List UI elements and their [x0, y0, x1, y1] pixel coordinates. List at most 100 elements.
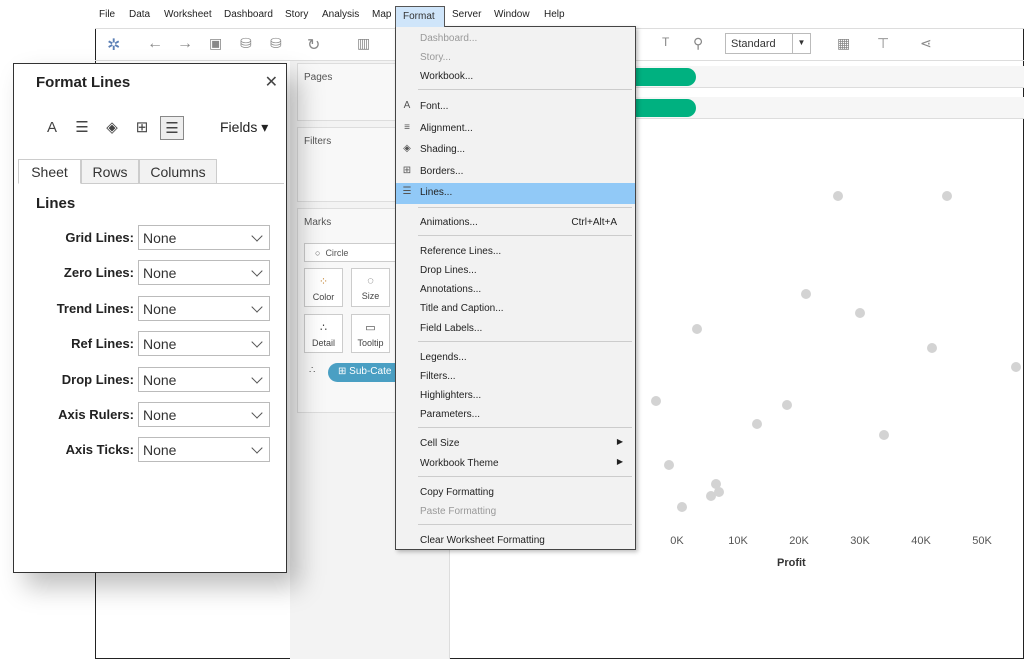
tableau-logo-icon[interactable]: ✲: [107, 35, 120, 55]
tab-rows[interactable]: Rows: [81, 159, 139, 184]
menu-item-highlighters[interactable]: Highlighters...: [396, 386, 635, 406]
borders-icon: ⊞: [402, 165, 412, 176]
data-point[interactable]: [692, 323, 703, 334]
menu-item-legends[interactable]: Legends...: [396, 348, 635, 368]
menu-help[interactable]: Help: [544, 9, 565, 20]
data-point[interactable]: [942, 190, 953, 201]
color-label: Color: [312, 292, 335, 302]
chevron-down-icon: [251, 301, 263, 313]
data-point[interactable]: [833, 190, 844, 201]
tab-columns[interactable]: Columns: [139, 159, 217, 184]
new-datasource-icon[interactable]: ⛁: [240, 35, 252, 52]
data-point[interactable]: [926, 342, 937, 353]
menu-map[interactable]: Map: [372, 9, 391, 20]
menu-item-label: Clear Worksheet Formatting: [420, 535, 545, 546]
menu-item-field-labels[interactable]: Field Labels...: [396, 319, 635, 339]
menu-item-filters[interactable]: Filters...: [396, 367, 635, 387]
menu-item-parameters[interactable]: Parameters...: [396, 405, 635, 425]
shading-icon[interactable]: ◈: [100, 116, 124, 140]
data-point[interactable]: [751, 418, 762, 429]
forward-icon[interactable]: →: [177, 35, 193, 53]
show-me-icon[interactable]: ▦: [837, 35, 850, 52]
alignment-icon[interactable]: ☰: [70, 116, 94, 140]
menu-item-paste-formatting: Paste Formatting: [396, 502, 635, 522]
columns-pill[interactable]: [636, 68, 696, 86]
menu-item-workbook[interactable]: Workbook...: [396, 67, 635, 87]
drop-lines-select[interactable]: None: [138, 366, 270, 392]
menu-story[interactable]: Story: [285, 9, 308, 20]
lines-icon[interactable]: ☰: [160, 116, 184, 140]
select-value: None: [143, 442, 177, 459]
menu-worksheet[interactable]: Worksheet: [164, 9, 212, 20]
menu-item-drop-lines[interactable]: Drop Lines...: [396, 261, 635, 281]
data-point[interactable]: [651, 395, 662, 406]
data-point[interactable]: [1011, 361, 1022, 372]
trend-lines-select[interactable]: None: [138, 295, 270, 321]
borders-icon[interactable]: ⊞: [130, 116, 154, 140]
menu-item-borders[interactable]: ⊞ Borders...: [396, 162, 635, 182]
close-icon[interactable]: ✕: [265, 72, 278, 92]
pages-title: Pages: [304, 72, 333, 83]
zero-lines-select[interactable]: None: [138, 260, 270, 286]
label-icon[interactable]: T: [662, 35, 669, 49]
menu-item-font[interactable]: A Font...: [396, 97, 635, 117]
menu-item-annotations[interactable]: Annotations...: [396, 280, 635, 300]
size-button[interactable]: ◌ Size: [351, 268, 390, 307]
data-point[interactable]: [878, 430, 889, 440]
menu-data[interactable]: Data: [129, 9, 150, 20]
shortcut: Ctrl+Alt+A: [571, 217, 617, 228]
back-icon[interactable]: ←: [147, 35, 163, 53]
new-sheet-icon[interactable]: ▥: [357, 35, 370, 52]
menu-item-copy-formatting[interactable]: Copy Formatting: [396, 483, 635, 503]
axis-ticks-select[interactable]: None: [138, 437, 270, 463]
menu-dashboard[interactable]: Dashboard: [224, 9, 273, 20]
select-value: None: [143, 230, 177, 246]
data-point[interactable]: [676, 502, 687, 513]
pause-datasource-icon[interactable]: ⛁: [270, 35, 282, 52]
menu-window[interactable]: Window: [494, 9, 530, 20]
menu-server[interactable]: Server: [452, 9, 481, 20]
menu-separator: [418, 476, 632, 477]
refresh-icon[interactable]: ↻: [307, 35, 320, 55]
size-label: Size: [361, 291, 380, 301]
menu-item-title-and-caption[interactable]: Title and Caption...: [396, 299, 635, 319]
fit-select[interactable]: Standard ▼: [725, 33, 811, 54]
menu-item-animations[interactable]: Animations... Ctrl+Alt+A: [396, 213, 635, 233]
menu-separator: [418, 524, 632, 525]
menu-item-clear-worksheet-formatting[interactable]: Clear Worksheet Formatting: [396, 531, 635, 551]
menu-item-alignment[interactable]: ≡ Alignment...: [396, 119, 635, 139]
menu-item-label: Highlighters...: [420, 390, 482, 401]
menu-format[interactable]: Format: [395, 6, 445, 27]
menu-item-label: Reference Lines...: [420, 246, 502, 257]
select-value: None: [143, 300, 177, 317]
share-icon[interactable]: ⋖: [920, 35, 932, 52]
fields-label: Fields: [220, 119, 258, 135]
pin-icon[interactable]: ⚲: [693, 35, 703, 52]
menu-item-workbook-theme[interactable]: Workbook Theme ▶: [396, 454, 635, 474]
menu-item-reference-lines[interactable]: Reference Lines...: [396, 242, 635, 262]
tab-sheet[interactable]: Sheet: [18, 159, 81, 184]
menu-file[interactable]: File: [99, 9, 115, 20]
font-icon[interactable]: A: [40, 116, 64, 140]
ref-lines-select[interactable]: None: [138, 331, 270, 357]
menu-analysis[interactable]: Analysis: [322, 9, 359, 20]
color-icon: ⁘: [318, 276, 329, 288]
row-label: Axis Ticks:: [65, 442, 134, 458]
dialog-title: Format Lines: [36, 74, 131, 91]
grid-lines-select[interactable]: None: [138, 225, 270, 250]
fields-dropdown[interactable]: Fields ▾: [220, 119, 268, 136]
tooltip-button[interactable]: ▭ Tooltip: [351, 314, 390, 353]
menu-separator: [418, 427, 632, 428]
menu-item-shading[interactable]: ◈ Shading...: [396, 140, 635, 160]
axis-rulers-select[interactable]: None: [138, 402, 270, 427]
menu-item-lines[interactable]: ☰ Lines...: [396, 183, 635, 204]
submenu-arrow-icon: ▶: [616, 457, 623, 466]
menu-item-cell-size[interactable]: Cell Size ▶: [396, 434, 635, 454]
presentation-icon[interactable]: ⊤: [877, 35, 889, 52]
alignment-icon: ≡: [404, 122, 410, 133]
data-point[interactable]: [781, 399, 792, 410]
save-icon[interactable]: ▣: [209, 35, 222, 52]
color-button[interactable]: ⁘ Color: [304, 268, 343, 307]
detail-button[interactable]: ∴ Detail: [304, 314, 343, 353]
rows-pill[interactable]: [636, 99, 696, 117]
